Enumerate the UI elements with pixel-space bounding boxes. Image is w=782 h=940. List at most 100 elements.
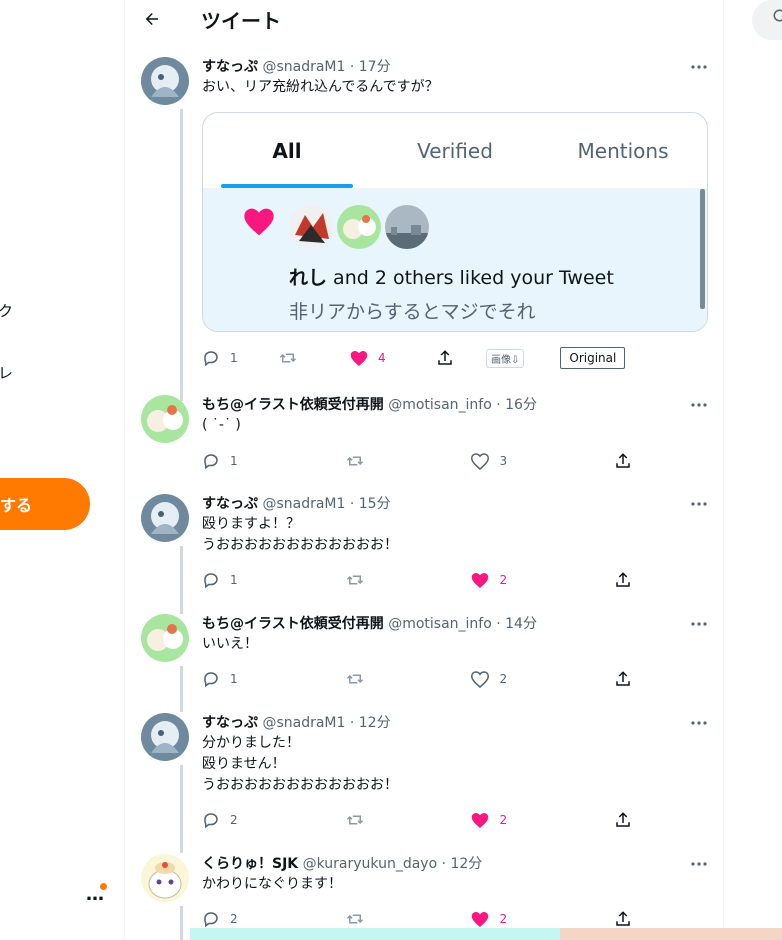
embedded-notification-card[interactable]: All Verified Mentions れし and 2 others li… xyxy=(202,112,708,332)
like-button[interactable]: 2 xyxy=(471,572,507,589)
tweet-time[interactable]: · 12分 xyxy=(442,856,483,872)
more-options-icon[interactable] xyxy=(689,713,709,733)
retweet-button[interactable] xyxy=(345,452,365,470)
avatar[interactable] xyxy=(141,494,189,542)
more-options-icon[interactable] xyxy=(689,494,709,514)
tweet-text: かわりになぐります！ xyxy=(202,876,342,892)
reply-button[interactable]: 2 xyxy=(202,811,238,829)
author-handle[interactable]: @snadraM1 xyxy=(262,715,345,731)
author-handle[interactable]: @kuraryukun_dayo xyxy=(303,856,438,872)
search-box[interactable] xyxy=(752,0,782,40)
more-options-icon[interactable] xyxy=(689,395,709,415)
author-handle[interactable]: @snadraM1 xyxy=(262,496,345,512)
post-button[interactable]: する xyxy=(0,478,90,530)
author-handle[interactable]: @snadraM1 xyxy=(262,59,345,75)
share-button[interactable] xyxy=(614,571,632,589)
nav-fragment[interactable]: ク xyxy=(0,300,13,321)
retweet-icon xyxy=(346,456,363,466)
avatar[interactable] xyxy=(141,395,189,443)
reply-button[interactable]: 2 xyxy=(202,910,238,928)
retweet-icon xyxy=(346,815,363,825)
share-button[interactable] xyxy=(436,349,486,367)
retweet-button[interactable] xyxy=(345,910,365,928)
avatar[interactable] xyxy=(141,854,189,902)
reply-button[interactable]: 1 xyxy=(202,452,238,470)
heart-icon xyxy=(472,812,489,828)
author-name[interactable]: すなっぷ xyxy=(202,715,258,731)
card-tabs: All Verified Mentions xyxy=(203,113,707,189)
tweet-text-line: うおおおおおおおおおおおお！ xyxy=(202,537,398,553)
author-handle[interactable]: @motisan_info xyxy=(388,616,492,632)
thread-line xyxy=(180,546,183,614)
back-arrow-icon[interactable] xyxy=(141,8,163,30)
avatar[interactable] xyxy=(141,57,189,105)
tweet-text-line: 殴りますよ！？ xyxy=(202,516,300,532)
author-name[interactable]: すなっぷ xyxy=(202,59,258,75)
retweet-icon xyxy=(346,674,363,684)
avatar[interactable] xyxy=(337,205,381,249)
retweet-button[interactable] xyxy=(345,670,365,688)
liker-name[interactable]: れし xyxy=(289,267,327,289)
tweet-actions: 1 2 xyxy=(202,570,632,590)
avatar[interactable] xyxy=(385,205,429,249)
tweet-text: ( ˙-˙ ) xyxy=(202,417,241,433)
like-button[interactable]: 4 xyxy=(350,350,436,367)
nav-fragment[interactable]: レ xyxy=(0,362,13,383)
heart-icon xyxy=(472,572,489,588)
scrollbar[interactable] xyxy=(700,189,705,309)
tweet-time[interactable]: · 16分 xyxy=(496,397,537,413)
like-button[interactable]: 3 xyxy=(471,452,507,470)
avatar[interactable] xyxy=(141,614,189,662)
reply-button[interactable]: 1 xyxy=(202,670,238,688)
share-button[interactable] xyxy=(614,910,632,928)
left-nav: ク レ する … xyxy=(0,0,124,940)
like-button[interactable]: 2 xyxy=(471,670,507,688)
more-options-icon[interactable] xyxy=(689,57,709,77)
reply-count: 1 xyxy=(230,573,238,587)
thread-line xyxy=(180,906,183,940)
retweet-button[interactable] xyxy=(345,811,365,829)
author-name[interactable]: くらりゅ！SJK xyxy=(202,856,298,872)
notification-body: れし and 2 others liked your Tweet 非リアからする… xyxy=(203,189,707,331)
thread-line xyxy=(180,765,183,853)
share-icon xyxy=(616,453,630,468)
main-column: ツイート すなっぷ @snadraM1 · 17分 おい、リア充紛れ込んでるんで… xyxy=(124,0,724,940)
author-handle[interactable]: @motisan_info xyxy=(388,397,492,413)
author-name[interactable]: すなっぷ xyxy=(202,496,258,512)
avatar[interactable] xyxy=(289,205,333,249)
tweet-time[interactable]: · 14分 xyxy=(496,616,537,632)
retweet-button[interactable] xyxy=(345,571,365,589)
reply-button[interactable]: 1 xyxy=(202,349,278,367)
tab-all[interactable]: All xyxy=(203,113,371,188)
more-options-icon[interactable] xyxy=(689,614,709,634)
share-button[interactable] xyxy=(614,452,632,470)
reply-icon xyxy=(204,351,218,367)
reply-button[interactable]: 1 xyxy=(202,571,238,589)
share-button[interactable] xyxy=(614,811,632,829)
like-button[interactable]: 2 xyxy=(471,812,507,829)
image-download-button[interactable]: 画像⇩ xyxy=(486,348,525,368)
retweet-button[interactable] xyxy=(278,349,350,367)
tweet-time[interactable]: · 15分 xyxy=(350,496,391,512)
tweet-text-line: うおおおおおおおおおおおお！ xyxy=(202,777,398,793)
tab-verified[interactable]: Verified xyxy=(371,113,539,188)
tweet-text: いいえ！ xyxy=(202,636,258,652)
tab-mentions[interactable]: Mentions xyxy=(539,113,707,188)
tweet-time[interactable]: · 12分 xyxy=(350,715,391,731)
author-name[interactable]: もち@イラスト依頼受付再開 xyxy=(202,397,384,413)
share-icon xyxy=(616,911,630,926)
more-options-icon[interactable] xyxy=(689,854,709,874)
avatar[interactable] xyxy=(141,713,189,761)
post-button-label: する xyxy=(0,496,33,515)
heart-icon xyxy=(350,350,368,366)
tweet-time[interactable]: · 17分 xyxy=(350,59,391,75)
reply-count: 2 xyxy=(230,912,238,926)
like-button[interactable]: 2 xyxy=(471,911,507,928)
original-button[interactable]: Original xyxy=(560,347,626,369)
like-count: 2 xyxy=(499,813,508,827)
tweet-text: おい、リア充紛れ込んでるんですが？ xyxy=(202,79,439,95)
author-name[interactable]: もち@イラスト依頼受付再開 xyxy=(202,616,384,632)
share-button[interactable] xyxy=(614,670,632,688)
tweet-actions: 1 3 xyxy=(202,451,632,471)
like-count: 2 xyxy=(499,573,508,587)
